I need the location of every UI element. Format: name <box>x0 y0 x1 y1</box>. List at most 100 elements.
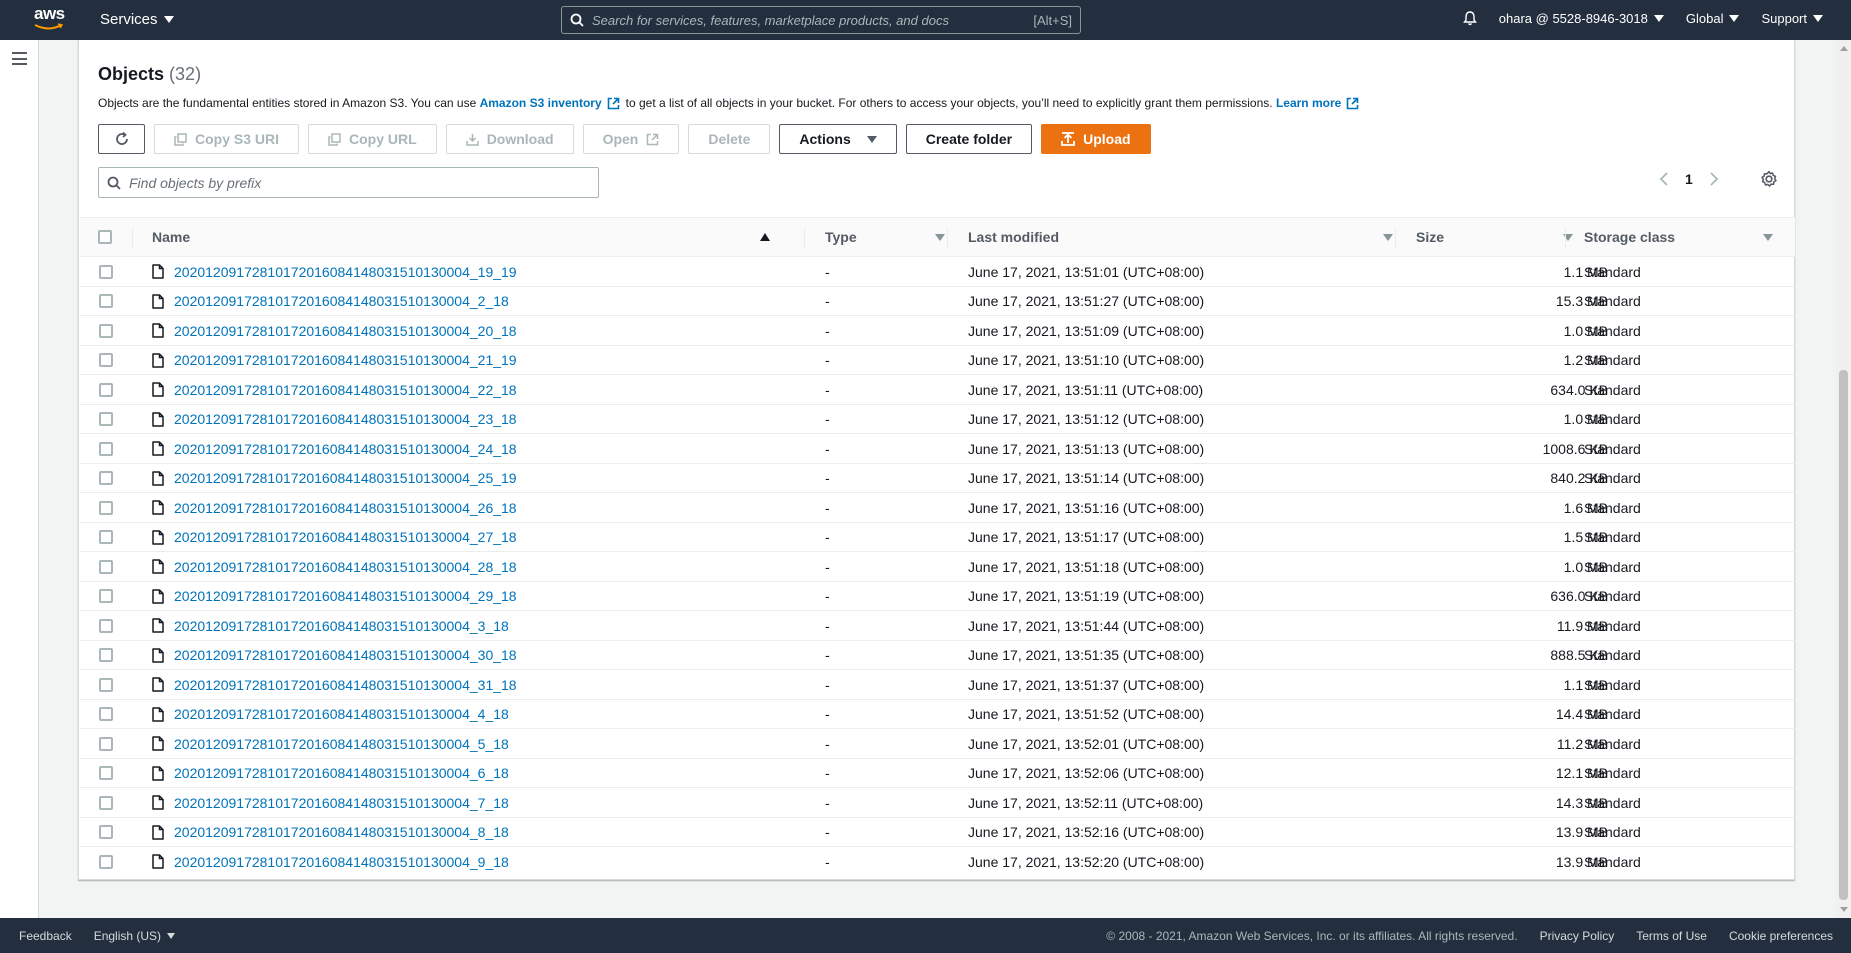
object-name-link[interactable]: 20201209172810172016084148031510130004_2… <box>174 411 517 427</box>
row-checkbox[interactable] <box>99 287 113 316</box>
terms-of-use-link[interactable]: Terms of Use <box>1636 929 1707 943</box>
object-name-link[interactable]: 20201209172810172016084148031510130004_6… <box>174 765 509 781</box>
object-name-link[interactable]: 20201209172810172016084148031510130004_2… <box>174 470 517 486</box>
table-row[interactable]: 20201209172810172016084148031510130004_2… <box>80 464 1795 493</box>
row-checkbox[interactable] <box>99 493 113 522</box>
object-name-link[interactable]: 20201209172810172016084148031510130004_2… <box>174 323 517 339</box>
services-menu[interactable]: Services <box>100 11 174 28</box>
object-name-link[interactable]: 20201209172810172016084148031510130004_3… <box>174 647 517 663</box>
learn-more-link[interactable]: Learn more <box>1276 96 1341 110</box>
table-row[interactable]: 20201209172810172016084148031510130004_2… <box>80 523 1795 552</box>
table-row[interactable]: 20201209172810172016084148031510130004_2… <box>80 287 1795 316</box>
delete-button[interactable]: Delete <box>688 124 771 154</box>
table-row[interactable]: 20201209172810172016084148031510130004_2… <box>80 405 1795 434</box>
scroll-up-icon[interactable] <box>1840 46 1848 51</box>
select-all-checkbox[interactable] <box>98 218 112 256</box>
feedback-link[interactable]: Feedback <box>19 929 72 943</box>
row-checkbox[interactable] <box>99 788 113 817</box>
table-row[interactable]: 20201209172810172016084148031510130004_2… <box>80 434 1795 464</box>
chevron-left-icon[interactable] <box>1659 172 1669 186</box>
table-row[interactable]: 20201209172810172016084148031510130004_2… <box>80 493 1795 523</box>
object-name-link[interactable]: 20201209172810172016084148031510130004_7… <box>174 795 509 811</box>
row-checkbox[interactable] <box>99 759 113 788</box>
table-row[interactable]: 20201209172810172016084148031510130004_6… <box>80 759 1795 788</box>
row-checkbox[interactable] <box>99 375 113 404</box>
row-checkbox[interactable] <box>99 700 113 729</box>
copy-url-button[interactable]: Copy URL <box>308 124 437 154</box>
object-name-link[interactable]: 20201209172810172016084148031510130004_1… <box>174 264 517 280</box>
object-name-link[interactable]: 20201209172810172016084148031510130004_8… <box>174 824 509 840</box>
object-name-link[interactable]: 20201209172810172016084148031510130004_2… <box>174 293 509 309</box>
table-row[interactable]: 20201209172810172016084148031510130004_4… <box>80 700 1795 729</box>
s3-inventory-link[interactable]: Amazon S3 inventory <box>480 96 602 110</box>
region-menu[interactable]: Global <box>1686 11 1740 26</box>
object-name-link[interactable]: 20201209172810172016084148031510130004_2… <box>174 500 517 516</box>
row-checkbox[interactable] <box>99 641 113 670</box>
table-row[interactable]: 20201209172810172016084148031510130004_2… <box>80 316 1795 346</box>
object-name-link[interactable]: 20201209172810172016084148031510130004_9… <box>174 854 509 870</box>
row-checkbox[interactable] <box>99 818 113 847</box>
refresh-button[interactable] <box>98 124 145 154</box>
row-checkbox[interactable] <box>99 729 113 758</box>
scrollbar-thumb[interactable] <box>1839 370 1848 900</box>
object-name-link[interactable]: 20201209172810172016084148031510130004_4… <box>174 706 509 722</box>
row-checkbox[interactable] <box>99 346 113 375</box>
row-checkbox[interactable] <box>99 582 113 611</box>
object-name-link[interactable]: 20201209172810172016084148031510130004_2… <box>174 588 517 604</box>
row-checkbox[interactable] <box>99 257 113 286</box>
table-row[interactable]: 20201209172810172016084148031510130004_1… <box>80 257 1795 287</box>
row-checkbox[interactable] <box>99 316 113 345</box>
table-row[interactable]: 20201209172810172016084148031510130004_8… <box>80 818 1795 847</box>
download-button[interactable]: Download <box>445 124 574 154</box>
scroll-down-icon[interactable] <box>1840 907 1848 912</box>
find-objects-input[interactable]: Find objects by prefix <box>98 167 599 198</box>
row-checkbox[interactable] <box>99 405 113 434</box>
language-selector[interactable]: English (US) <box>94 929 176 943</box>
settings-gear-icon[interactable] <box>1760 170 1778 191</box>
row-checkbox[interactable] <box>99 523 113 552</box>
cookie-preferences-link[interactable]: Cookie preferences <box>1729 929 1833 943</box>
row-checkbox[interactable] <box>99 552 113 581</box>
object-name-link[interactable]: 20201209172810172016084148031510130004_2… <box>174 382 517 398</box>
row-checkbox[interactable] <box>99 670 113 699</box>
table-row[interactable]: 20201209172810172016084148031510130004_2… <box>80 346 1795 375</box>
row-checkbox[interactable] <box>99 847 113 876</box>
hamburger-menu-icon[interactable] <box>12 52 27 65</box>
table-row[interactable]: 20201209172810172016084148031510130004_3… <box>80 611 1795 641</box>
account-menu[interactable]: ohara @ 5528-8946-3018 <box>1499 11 1664 26</box>
object-name-link[interactable]: 20201209172810172016084148031510130004_2… <box>174 559 517 575</box>
support-menu[interactable]: Support <box>1761 11 1823 26</box>
table-row[interactable]: 20201209172810172016084148031510130004_2… <box>80 375 1795 405</box>
privacy-policy-link[interactable]: Privacy Policy <box>1540 929 1615 943</box>
row-checkbox[interactable] <box>99 611 113 640</box>
actions-dropdown[interactable]: Actions <box>779 124 897 154</box>
object-name-link[interactable]: 20201209172810172016084148031510130004_5… <box>174 736 509 752</box>
table-row[interactable]: 20201209172810172016084148031510130004_9… <box>80 847 1795 877</box>
table-row[interactable]: 20201209172810172016084148031510130004_7… <box>80 788 1795 818</box>
copy-s3-uri-button[interactable]: Copy S3 URI <box>154 124 300 154</box>
column-storage-class-header[interactable]: Storage class <box>1584 218 1773 256</box>
column-type-header[interactable]: Type <box>825 218 945 256</box>
table-row[interactable]: 20201209172810172016084148031510130004_2… <box>80 552 1795 582</box>
table-row[interactable]: 20201209172810172016084148031510130004_2… <box>80 582 1795 611</box>
table-row[interactable]: 20201209172810172016084148031510130004_5… <box>80 729 1795 759</box>
row-checkbox[interactable] <box>99 434 113 463</box>
global-search-input[interactable]: Search for services, features, marketpla… <box>561 6 1081 34</box>
aws-logo[interactable]: aws <box>34 5 70 35</box>
row-checkbox[interactable] <box>99 464 113 493</box>
object-name-link[interactable]: 20201209172810172016084148031510130004_3… <box>174 677 517 693</box>
notifications-button[interactable] <box>1462 11 1477 26</box>
object-name-link[interactable]: 20201209172810172016084148031510130004_2… <box>174 529 517 545</box>
object-name-link[interactable]: 20201209172810172016084148031510130004_2… <box>174 352 517 368</box>
create-folder-button[interactable]: Create folder <box>905 124 1033 154</box>
column-name-header[interactable]: Name <box>152 218 787 256</box>
upload-button[interactable]: Upload <box>1041 124 1151 154</box>
object-name-link[interactable]: 20201209172810172016084148031510130004_3… <box>174 618 509 634</box>
page-scrollbar[interactable] <box>1836 40 1851 918</box>
object-name-link[interactable]: 20201209172810172016084148031510130004_2… <box>174 441 517 457</box>
chevron-right-icon[interactable] <box>1709 172 1719 186</box>
open-button[interactable]: Open <box>582 124 680 154</box>
table-row[interactable]: 20201209172810172016084148031510130004_3… <box>80 641 1795 670</box>
page-number[interactable]: 1 <box>1685 171 1693 187</box>
column-last-modified-header[interactable]: Last modified <box>968 218 1393 256</box>
